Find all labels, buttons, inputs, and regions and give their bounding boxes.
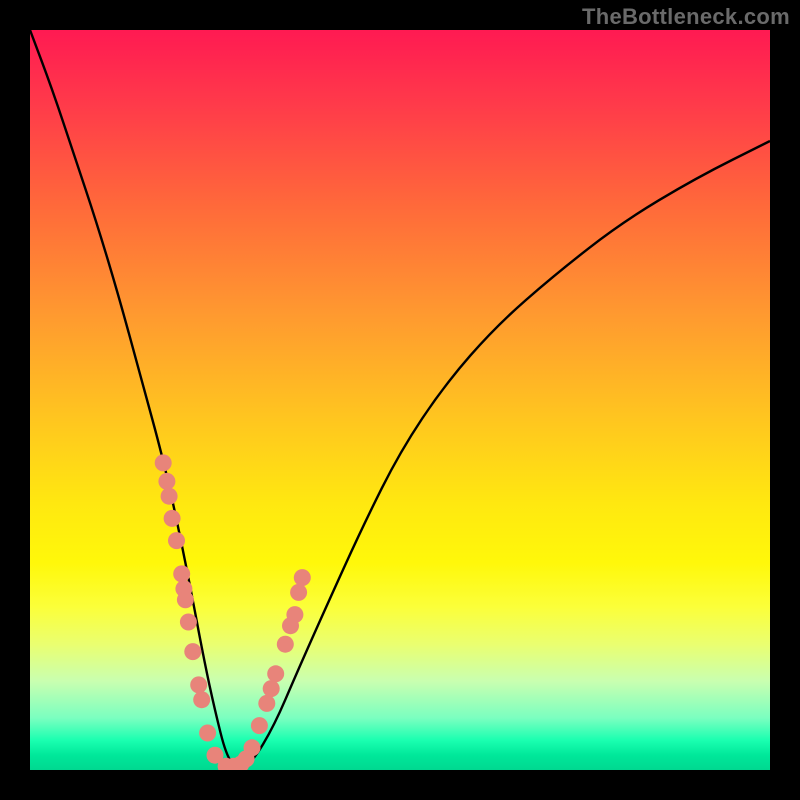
data-point — [294, 569, 311, 586]
data-point — [199, 725, 216, 742]
data-point — [173, 565, 190, 582]
data-point — [193, 691, 210, 708]
data-point — [155, 454, 172, 471]
data-point — [180, 614, 197, 631]
data-point — [263, 680, 280, 697]
data-point — [168, 532, 185, 549]
data-point — [258, 695, 275, 712]
watermark-text: TheBottleneck.com — [582, 4, 790, 30]
plot-area — [30, 30, 770, 770]
data-point — [161, 488, 178, 505]
bottleneck-curve — [30, 30, 770, 768]
data-point — [164, 510, 181, 527]
curve-svg — [30, 30, 770, 770]
outer-frame: TheBottleneck.com — [0, 0, 800, 800]
data-point — [277, 636, 294, 653]
data-point — [290, 584, 307, 601]
data-point — [251, 717, 268, 734]
data-point — [177, 591, 194, 608]
data-point — [267, 665, 284, 682]
data-point — [244, 739, 261, 756]
data-point — [286, 606, 303, 623]
data-point — [158, 473, 175, 490]
data-points-group — [155, 454, 311, 770]
data-point — [184, 643, 201, 660]
data-point — [190, 676, 207, 693]
